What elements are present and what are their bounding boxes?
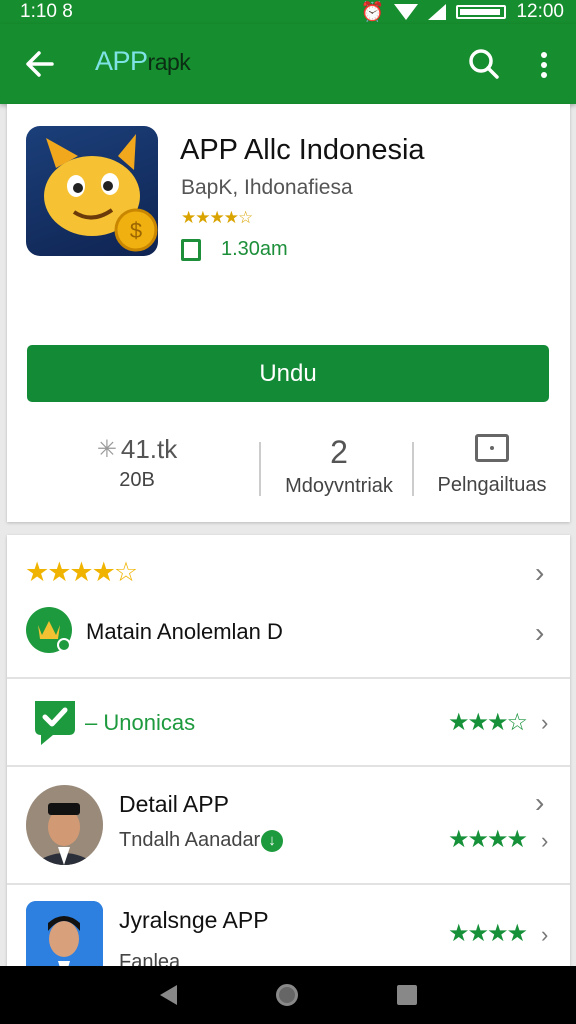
verified-row-label: – Unonicas [85,710,196,735]
stat-downloads-label: 20B [119,469,155,491]
chevron-right-icon: › [541,828,549,853]
app-bar: APPrapk [0,24,576,104]
stat-downloads: ✳ 41.tk 20B [82,434,192,492]
nav-back-icon[interactable] [159,985,177,1005]
nav-recents-icon[interactable] [396,985,417,1005]
details-card: ★★★★☆ › Matain Anolemlan D › – Unonicas … [7,535,570,967]
system-nav-bar [0,966,576,1024]
reviewer-avatar [26,785,103,865]
stats-divider [412,442,414,496]
app-name: APP Allc Indonesia [180,134,425,166]
signal-icon [428,4,447,20]
stats-divider [259,442,261,496]
app-bar-title-suffix: rapk [147,49,191,75]
svg-text:$: $ [130,218,142,243]
app-size: 1.30am [221,238,288,260]
app-size-row: 1.30am [181,238,288,261]
review-title: Detail APP [119,791,229,817]
nav-home-icon[interactable] [275,984,298,1006]
wifi-icon [394,4,419,20]
review-stars: ★★★★ [448,826,528,853]
download-badge-icon: ↓ [261,830,283,852]
status-time-right: 12:00 [516,1,564,22]
developer-badge-icon [26,607,72,653]
device-icon [181,238,201,261]
chevron-right-icon: › [535,617,545,648]
shield-check-icon [31,697,79,752]
stat-device: Pelngailtuas [427,434,557,497]
developer-row-label: Matain Anolemlan D [86,619,283,644]
app-header-card: $ APP Allc Indonesia BapK, Ihdonafiesa ★… [7,104,570,522]
app-rating-stars: ★★★★☆ [181,208,253,227]
install-button[interactable]: Undu [27,345,549,402]
stat-downloads-value: 41.tk [120,434,178,464]
sparkle-icon: ✳ [96,436,117,463]
review-subtitle: Tndalh Aanadar [119,829,261,851]
review-item[interactable]: Jyralsnge APP Fanlea ★★★★ › [7,885,570,967]
status-bar: 1:10 8 ⏰ 12:00 [0,0,576,24]
chevron-right-icon: › [535,787,545,818]
stat-device-label: Pelngailtuas [437,474,547,496]
alarm-icon: ⏰ [360,2,385,23]
battery-icon [456,5,507,19]
status-icons: ⏰ 12:00 [361,0,564,24]
more-options-icon[interactable] [532,48,556,82]
tablet-icon [475,434,509,462]
chevron-right-icon: › [535,557,545,588]
review-title: Jyralsnge APP [119,907,269,933]
stats-row: ✳ 41.tk 20B 2 Mdoyvntriak Pelngailtuas [7,434,570,504]
review-item[interactable]: Detail APP Tndalh Aanadar ↓ › ★★★★ › [7,767,570,883]
review-stars: ★★★★ [448,920,528,947]
chevron-right-icon: › [541,922,549,947]
app-bar-title-main: APP [95,46,148,76]
verified-row[interactable]: – Unonicas ★★★☆ › [7,679,570,765]
verified-row-stars: ★★★☆ [448,709,528,736]
stat-reviews-label: Mdoyvntriak [285,475,393,497]
rating-stars: ★★★★☆ [25,557,138,587]
back-arrow-icon[interactable] [22,46,58,82]
reviewer-avatar [26,901,103,967]
stat-reviews: 2 Mdoyvntriak [269,434,409,498]
developer-row[interactable]: Matain Anolemlan D › [7,597,570,677]
status-time-left: 1:10 8 [20,1,73,22]
search-icon[interactable] [466,46,502,82]
app-icon: $ [26,126,158,256]
app-developer[interactable]: BapK, Ihdonafiesa [181,176,353,200]
stat-reviews-value: 2 [330,434,348,470]
chevron-right-icon: › [541,710,549,735]
review-subtitle: Fanlea [119,951,181,967]
app-bar-title: APPrapk [95,46,191,77]
rating-row[interactable]: ★★★★☆ › [7,535,570,593]
